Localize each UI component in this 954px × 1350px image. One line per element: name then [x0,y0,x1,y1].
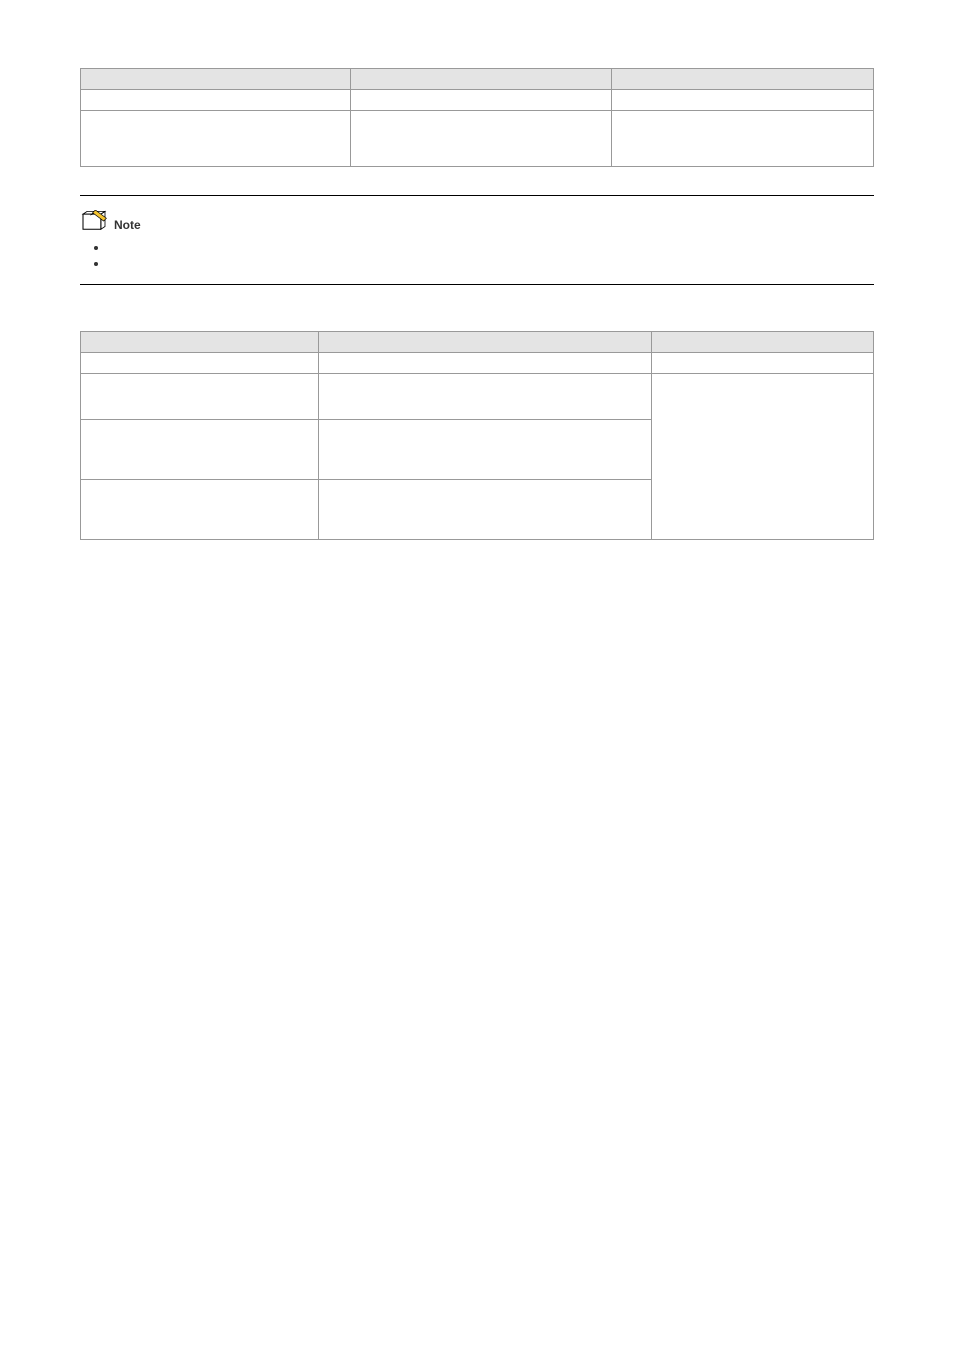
table1-r2c2 [350,111,612,167]
table-row [81,374,874,420]
note-callout: Note [80,195,874,285]
table2-r2c1 [81,374,319,420]
table2-r4c1 [81,480,319,540]
table-row [81,111,874,167]
list-item [108,256,874,270]
list-item [108,240,874,254]
table2-header-1 [81,332,319,353]
spacer [80,50,874,68]
note-pencil-icon [80,210,108,232]
table1-r1c3 [612,90,874,111]
table-1 [80,68,874,167]
table2-r1c2 [318,353,651,374]
note-label: Note [114,218,141,232]
table2-r2c2 [318,374,651,420]
table2-r1c3 [651,353,873,374]
table1-header-1 [81,69,351,90]
note-bullet-list [80,240,874,270]
table-row [81,353,874,374]
table2-r4c2 [318,480,651,540]
table2-merged-c3 [651,374,873,540]
page-container: Note [80,50,874,540]
table2-r1c1 [81,353,319,374]
table1-r2c3 [612,111,874,167]
table1-r1c2 [350,90,612,111]
table2-r3c1 [81,420,319,480]
table-header-row [81,69,874,90]
table-2 [80,331,874,540]
table1-header-3 [612,69,874,90]
table1-r1c1 [81,90,351,111]
table2-r3c2 [318,420,651,480]
table1-r2c1 [81,111,351,167]
table-row [81,90,874,111]
table2-header-3 [651,332,873,353]
table2-header-2 [318,332,651,353]
table1-header-2 [350,69,612,90]
note-header: Note [80,210,874,232]
table-header-row [81,332,874,353]
spacer [80,313,874,331]
